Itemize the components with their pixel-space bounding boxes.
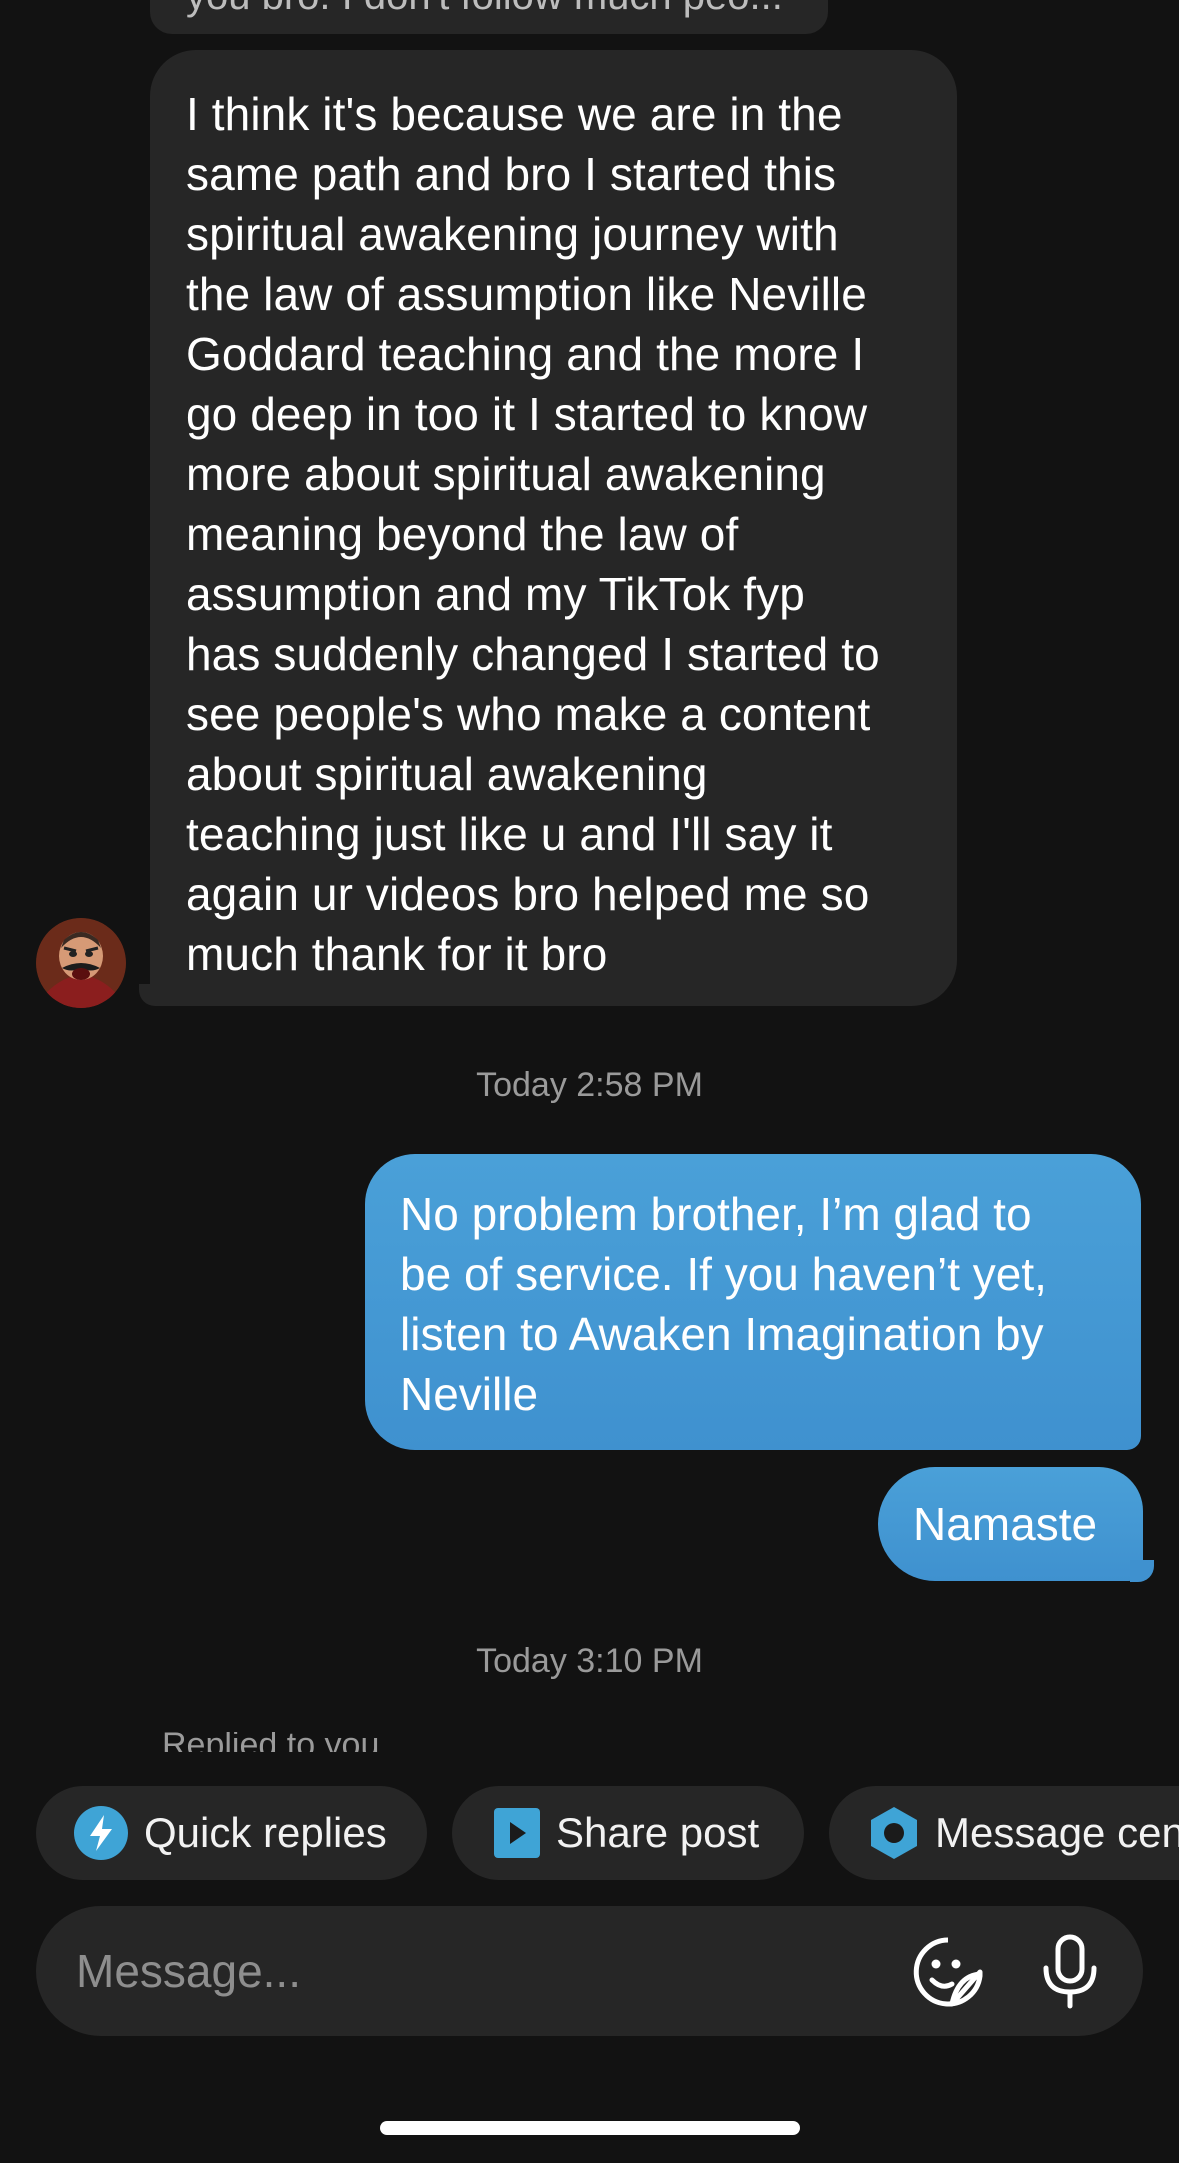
outgoing-bubble-tail [1130, 1560, 1154, 1582]
message-center-chip[interactable]: Message cen [829, 1786, 1179, 1880]
outgoing-message-bubble[interactable]: Namaste [878, 1467, 1143, 1581]
quick-replies-label: Quick replies [144, 1809, 387, 1856]
outgoing-message-bubble[interactable]: No problem brother, I’m glad to be of se… [365, 1154, 1141, 1450]
lightning-icon [74, 1806, 128, 1860]
message-input[interactable] [76, 1941, 876, 2001]
quick-actions-bar: Quick replies Share post Message cen [0, 1786, 1179, 1880]
timestamp: Today 2:58 PM [476, 1066, 703, 1104]
replied-label-text: Replied to you [162, 1732, 380, 1752]
previous-message-bubble[interactable]: you bro. I don't follow much peo... [150, 0, 828, 34]
incoming-message-text: I think it's because we are in the same … [186, 88, 880, 980]
home-indicator[interactable] [380, 2121, 800, 2135]
incoming-bubble-tail [139, 984, 167, 1006]
share-post-label: Share post [556, 1809, 760, 1856]
avatar[interactable] [36, 918, 126, 1008]
outgoing-message-text: No problem brother, I’m glad to be of se… [400, 1188, 1047, 1420]
timestamp: Today 3:10 PM [476, 1642, 703, 1680]
play-square-icon [494, 1808, 540, 1858]
message-center-label: Message cen [935, 1809, 1179, 1856]
replied-label: Replied to you [162, 1732, 379, 1752]
share-post-chip[interactable]: Share post [452, 1786, 804, 1880]
message-composer [36, 1906, 1143, 2036]
sticker-icon[interactable] [912, 1936, 984, 2008]
previous-message-text: you bro. I don't follow much peo... [186, 0, 783, 19]
incoming-message-bubble[interactable]: I think it's because we are in the same … [150, 50, 957, 1006]
microphone-icon[interactable] [1038, 1934, 1102, 2010]
hexagon-icon [869, 1806, 919, 1860]
chat-screen: you bro. I don't follow much peo... I th… [0, 0, 1179, 2163]
outgoing-message-text: Namaste [913, 1498, 1098, 1550]
quick-replies-chip[interactable]: Quick replies [36, 1786, 427, 1880]
